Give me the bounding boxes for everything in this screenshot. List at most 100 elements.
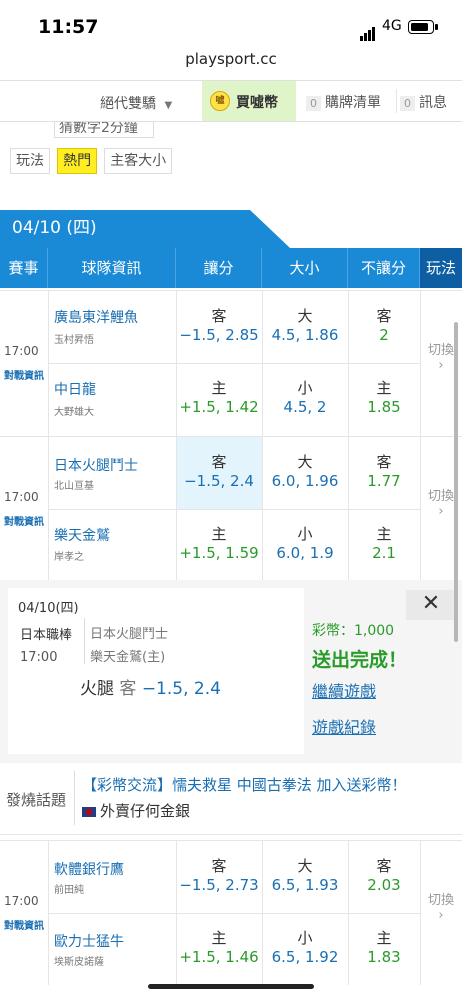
side-label: 客 [376, 857, 392, 875]
side-label: 主 [376, 525, 392, 543]
popup-team-home: 樂天金鷲(主) [90, 650, 166, 665]
odds-value: −1.5, 2.73 [179, 876, 259, 894]
odds-total-under[interactable]: 小 6.5, 1.92 [262, 913, 348, 985]
battery-icon [408, 20, 434, 34]
home-pitcher: 埃斯皮諾薩 [54, 957, 104, 968]
side-label: 大 [297, 453, 313, 471]
odds-spread-away[interactable]: 客 −1.5, 2.85 [176, 291, 262, 363]
play-filter: 玩法 熱門 主客大小 [10, 148, 174, 174]
side-label: 客 [376, 307, 392, 325]
home-team[interactable]: 樂天金鷲 [54, 525, 110, 545]
side-label: 主 [211, 525, 227, 543]
switch-play-button[interactable]: 切換 › [420, 889, 462, 923]
home-team[interactable]: 中日龍 [54, 379, 96, 399]
odds-total-over[interactable]: 大 4.5, 1.86 [262, 291, 348, 363]
game-option-partial[interactable]: 猜數字2分鐘 [54, 122, 154, 138]
popup-league: 日本職棒 [20, 628, 73, 643]
away-pitcher: 前田純 [54, 885, 84, 896]
side-label: 主 [376, 379, 392, 397]
switch-label: 切換 [427, 893, 454, 908]
odds-moneyline-away[interactable]: 客 2 [348, 291, 420, 363]
home-pitcher: 岸孝之 [54, 552, 84, 563]
odds-value: 6.0, 1.9 [276, 544, 334, 562]
hot-topic-title[interactable]: 【彩幣交流】懦夫救星 中國古拳法 加入送彩幣！ [82, 774, 407, 795]
game-time: 17:00 [4, 894, 39, 908]
odds-value: 1.83 [367, 948, 401, 966]
scrollbar[interactable] [454, 322, 458, 642]
hot-topic-divider [74, 771, 75, 825]
side-label: 主 [211, 379, 227, 397]
chip-hot[interactable]: 熱門 [57, 148, 98, 174]
odds-moneyline-home[interactable]: 主 1.85 [348, 363, 420, 435]
buy-coins-button[interactable]: 噓 買噓幣 [202, 81, 296, 121]
play-label: 玩法 [10, 148, 50, 174]
odds-spread-home[interactable]: 主 +1.5, 1.59 [176, 509, 262, 581]
submit-success: 送出完成！ [312, 649, 408, 671]
away-team[interactable]: 軟體銀行鷹 [54, 859, 124, 879]
odds-total-under[interactable]: 小 4.5, 2 [262, 363, 348, 435]
odds-total-over[interactable]: 大 6.0, 1.96 [262, 437, 348, 509]
side-label: 客 [376, 453, 392, 471]
cart-count: 0 [306, 96, 321, 111]
hot-topic: 發燒話題 【彩幣交流】懦夫救星 中國古拳法 加入送彩幣！ 外賣仔何金銀 [0, 763, 462, 835]
odds-value: 6.5, 1.92 [271, 948, 339, 966]
continue-game-link[interactable]: 繼續遊戲 [312, 678, 376, 702]
away-pitcher: 北山亘基 [54, 481, 94, 492]
odds-value: 1.77 [367, 472, 401, 490]
messages-button[interactable]: 0 訊息 [400, 92, 447, 112]
msg-label: 訊息 [419, 95, 447, 111]
close-icon[interactable]: ✕ [406, 590, 456, 620]
odds-moneyline-home[interactable]: 主 1.83 [348, 913, 420, 985]
side-label: 小 [297, 379, 313, 397]
odds-spread-away[interactable]: 客 −1.5, 2.4 [176, 437, 262, 509]
odds-spread-home[interactable]: 主 +1.5, 1.46 [176, 913, 262, 985]
status-time: 11:57 [38, 16, 99, 38]
home-pitcher: 大野雄大 [54, 407, 94, 418]
game-time: 17:00 [4, 490, 39, 504]
odds-value: +1.5, 1.46 [179, 948, 259, 966]
matchup-info-link[interactable]: 對戰資訊 [4, 513, 44, 528]
odds-value: +1.5, 1.42 [179, 398, 259, 416]
header-moneyline: 不讓分 [348, 248, 420, 288]
bet-odds: −1.5, 2.4 [141, 679, 221, 699]
away-team[interactable]: 廣島東洋鯉魚 [54, 307, 138, 327]
signal-icon [360, 22, 376, 41]
date-banner: 04/10 (四) [0, 210, 290, 248]
sort-dropdown[interactable]: 絕代雙驕 ▼ [100, 93, 172, 113]
side-label: 大 [297, 307, 313, 325]
bet-side: 客 [119, 679, 137, 699]
odds-moneyline-home[interactable]: 主 2.1 [348, 509, 420, 581]
caret-down-icon: ▼ [164, 100, 173, 111]
sort-label: 絕代雙驕 [100, 96, 156, 112]
odds-value: 6.0, 1.96 [271, 472, 339, 490]
home-team[interactable]: 歐力士猛牛 [54, 931, 124, 951]
odds-total-under[interactable]: 小 6.0, 1.9 [262, 509, 348, 581]
chip-home-away-total[interactable]: 主客大小 [104, 148, 173, 174]
away-team[interactable]: 日本火腿鬥士 [54, 455, 138, 475]
matchup-info-link[interactable]: 對戰資訊 [4, 917, 44, 932]
author-name: 外賣仔何金銀 [100, 802, 191, 820]
nav-divider [396, 89, 397, 113]
away-pitcher: 玉村昇悟 [54, 335, 94, 346]
coin-icon: 噓 [210, 91, 230, 111]
odds-moneyline-away[interactable]: 客 2.03 [348, 841, 420, 913]
home-indicator[interactable] [148, 984, 314, 989]
matchup-info-link[interactable]: 對戰資訊 [4, 367, 44, 382]
odds-spread-away[interactable]: 客 −1.5, 2.73 [176, 841, 262, 913]
odds-spread-home[interactable]: 主 +1.5, 1.42 [176, 363, 262, 435]
header-spread: 讓分 [176, 248, 262, 288]
cart-button[interactable]: 0 購牌清單 [306, 92, 381, 112]
network-type: 4G [382, 18, 402, 34]
odds-moneyline-away[interactable]: 客 1.77 [348, 437, 420, 509]
bet-team: 火腿 [80, 679, 114, 699]
header-total: 大小 [262, 248, 348, 288]
side-label: 大 [297, 857, 313, 875]
hot-topic-author[interactable]: 外賣仔何金銀 [82, 800, 190, 821]
popup-time: 17:00 [20, 650, 58, 665]
odds-value: 6.5, 1.93 [271, 876, 339, 894]
game-record-link[interactable]: 遊戲紀錄 [312, 714, 376, 738]
odds-total-over[interactable]: 大 6.5, 1.93 [262, 841, 348, 913]
url-bar[interactable]: playsport.cc [0, 50, 462, 68]
header-team-info: 球隊資訊 [48, 248, 176, 288]
odds-value: −1.5, 2.85 [179, 326, 259, 344]
